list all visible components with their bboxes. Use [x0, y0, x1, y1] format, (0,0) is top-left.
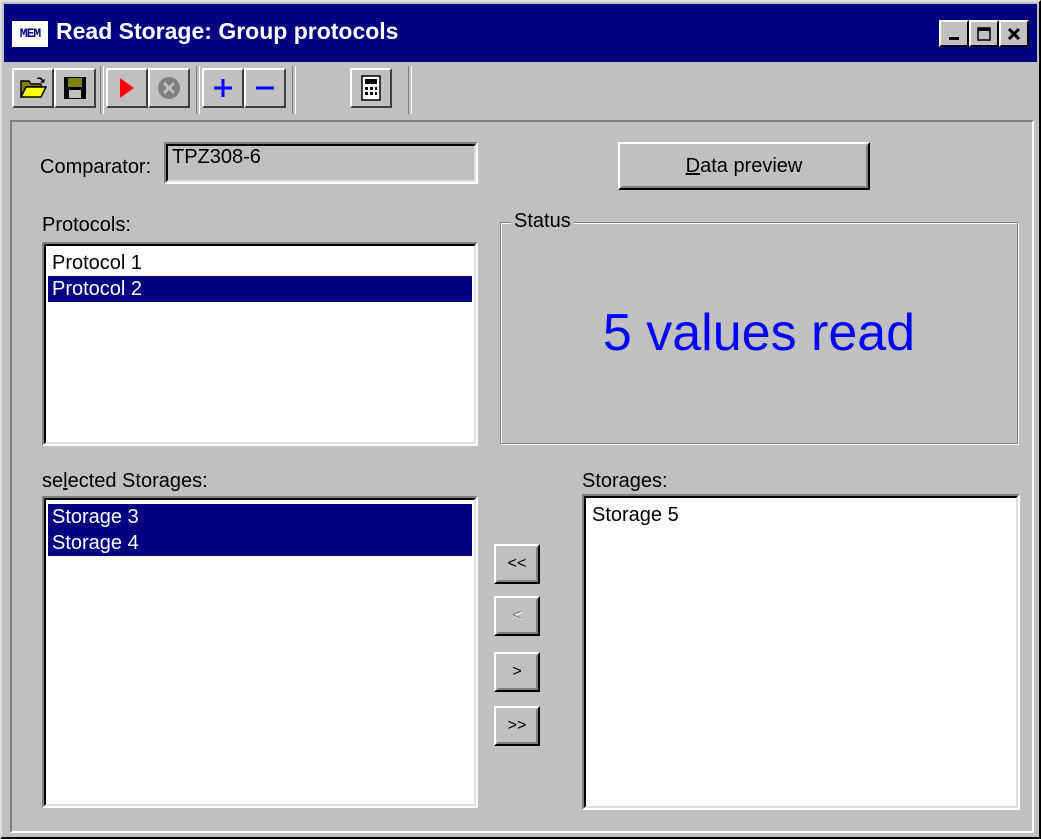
toolbar-separator — [408, 66, 412, 114]
calculator-button[interactable] — [350, 68, 392, 108]
list-item[interactable]: Protocol 2 — [48, 276, 472, 302]
comparator-value: TPZ308-6 — [172, 146, 261, 168]
stop-button[interactable] — [148, 68, 190, 108]
toolbar-separator — [196, 66, 200, 114]
list-item[interactable]: Protocol 1 — [48, 250, 472, 276]
add-one-button[interactable]: < — [494, 596, 540, 636]
app-icon[interactable]: MEM — [12, 21, 48, 47]
status-group: Status 5 values read — [500, 210, 1018, 444]
storages-label: Storages: — [582, 470, 668, 492]
maximize-icon — [977, 26, 991, 41]
minimize-button[interactable] — [939, 20, 969, 47]
data-preview-button[interactable]: Data preview — [618, 142, 870, 190]
main-window: MEM Read Storage: Group protocols Compar… — [0, 0, 1041, 839]
maximize-button[interactable] — [969, 20, 999, 47]
start-button[interactable] — [106, 68, 148, 108]
storages-list[interactable]: Storage 5 — [582, 494, 1020, 810]
selected-storages-list[interactable]: Storage 3 Storage 4 — [42, 496, 478, 808]
close-button[interactable] — [999, 20, 1029, 47]
minimize-icon — [949, 36, 959, 40]
comparator-label: Comparator: — [40, 156, 152, 178]
folder-open-icon — [19, 77, 47, 98]
calculator-icon — [361, 75, 381, 101]
list-item[interactable]: Storage 3 — [48, 504, 472, 530]
status-message: 5 values read — [602, 304, 916, 362]
close-icon — [1007, 27, 1021, 40]
selected-storages-label: selected Storages: — [42, 470, 208, 492]
toolbar-separator — [100, 66, 104, 114]
protocols-label: Protocols: — [42, 214, 131, 236]
data-preview-label: Data preview — [685, 154, 803, 177]
remove-all-button[interactable]: >> — [494, 706, 540, 746]
list-item[interactable]: Storage 4 — [48, 530, 472, 556]
remove-button[interactable] — [244, 68, 286, 108]
toolbar — [4, 62, 1037, 120]
plus-icon — [214, 79, 232, 97]
title-bar[interactable]: MEM Read Storage: Group protocols — [4, 4, 1037, 62]
floppy-disk-icon — [64, 77, 86, 99]
comparator-field: TPZ308-6 — [164, 142, 478, 184]
save-button[interactable] — [54, 68, 96, 108]
cancel-icon — [158, 77, 180, 99]
window-title: Read Storage: Group protocols — [56, 18, 399, 44]
add-button[interactable] — [202, 68, 244, 108]
main-panel: Comparator: TPZ308-6 Data preview Protoc… — [10, 120, 1034, 833]
open-button[interactable] — [12, 68, 54, 108]
add-all-button[interactable]: << — [494, 544, 540, 584]
toolbar-separator — [292, 66, 296, 114]
list-item[interactable]: Storage 5 — [588, 502, 1014, 528]
remove-one-button[interactable]: > — [494, 652, 540, 692]
status-legend: Status — [511, 210, 574, 233]
play-icon — [120, 78, 134, 98]
protocols-list[interactable]: Protocol 1 Protocol 2 — [42, 242, 478, 446]
minus-icon — [256, 86, 274, 90]
